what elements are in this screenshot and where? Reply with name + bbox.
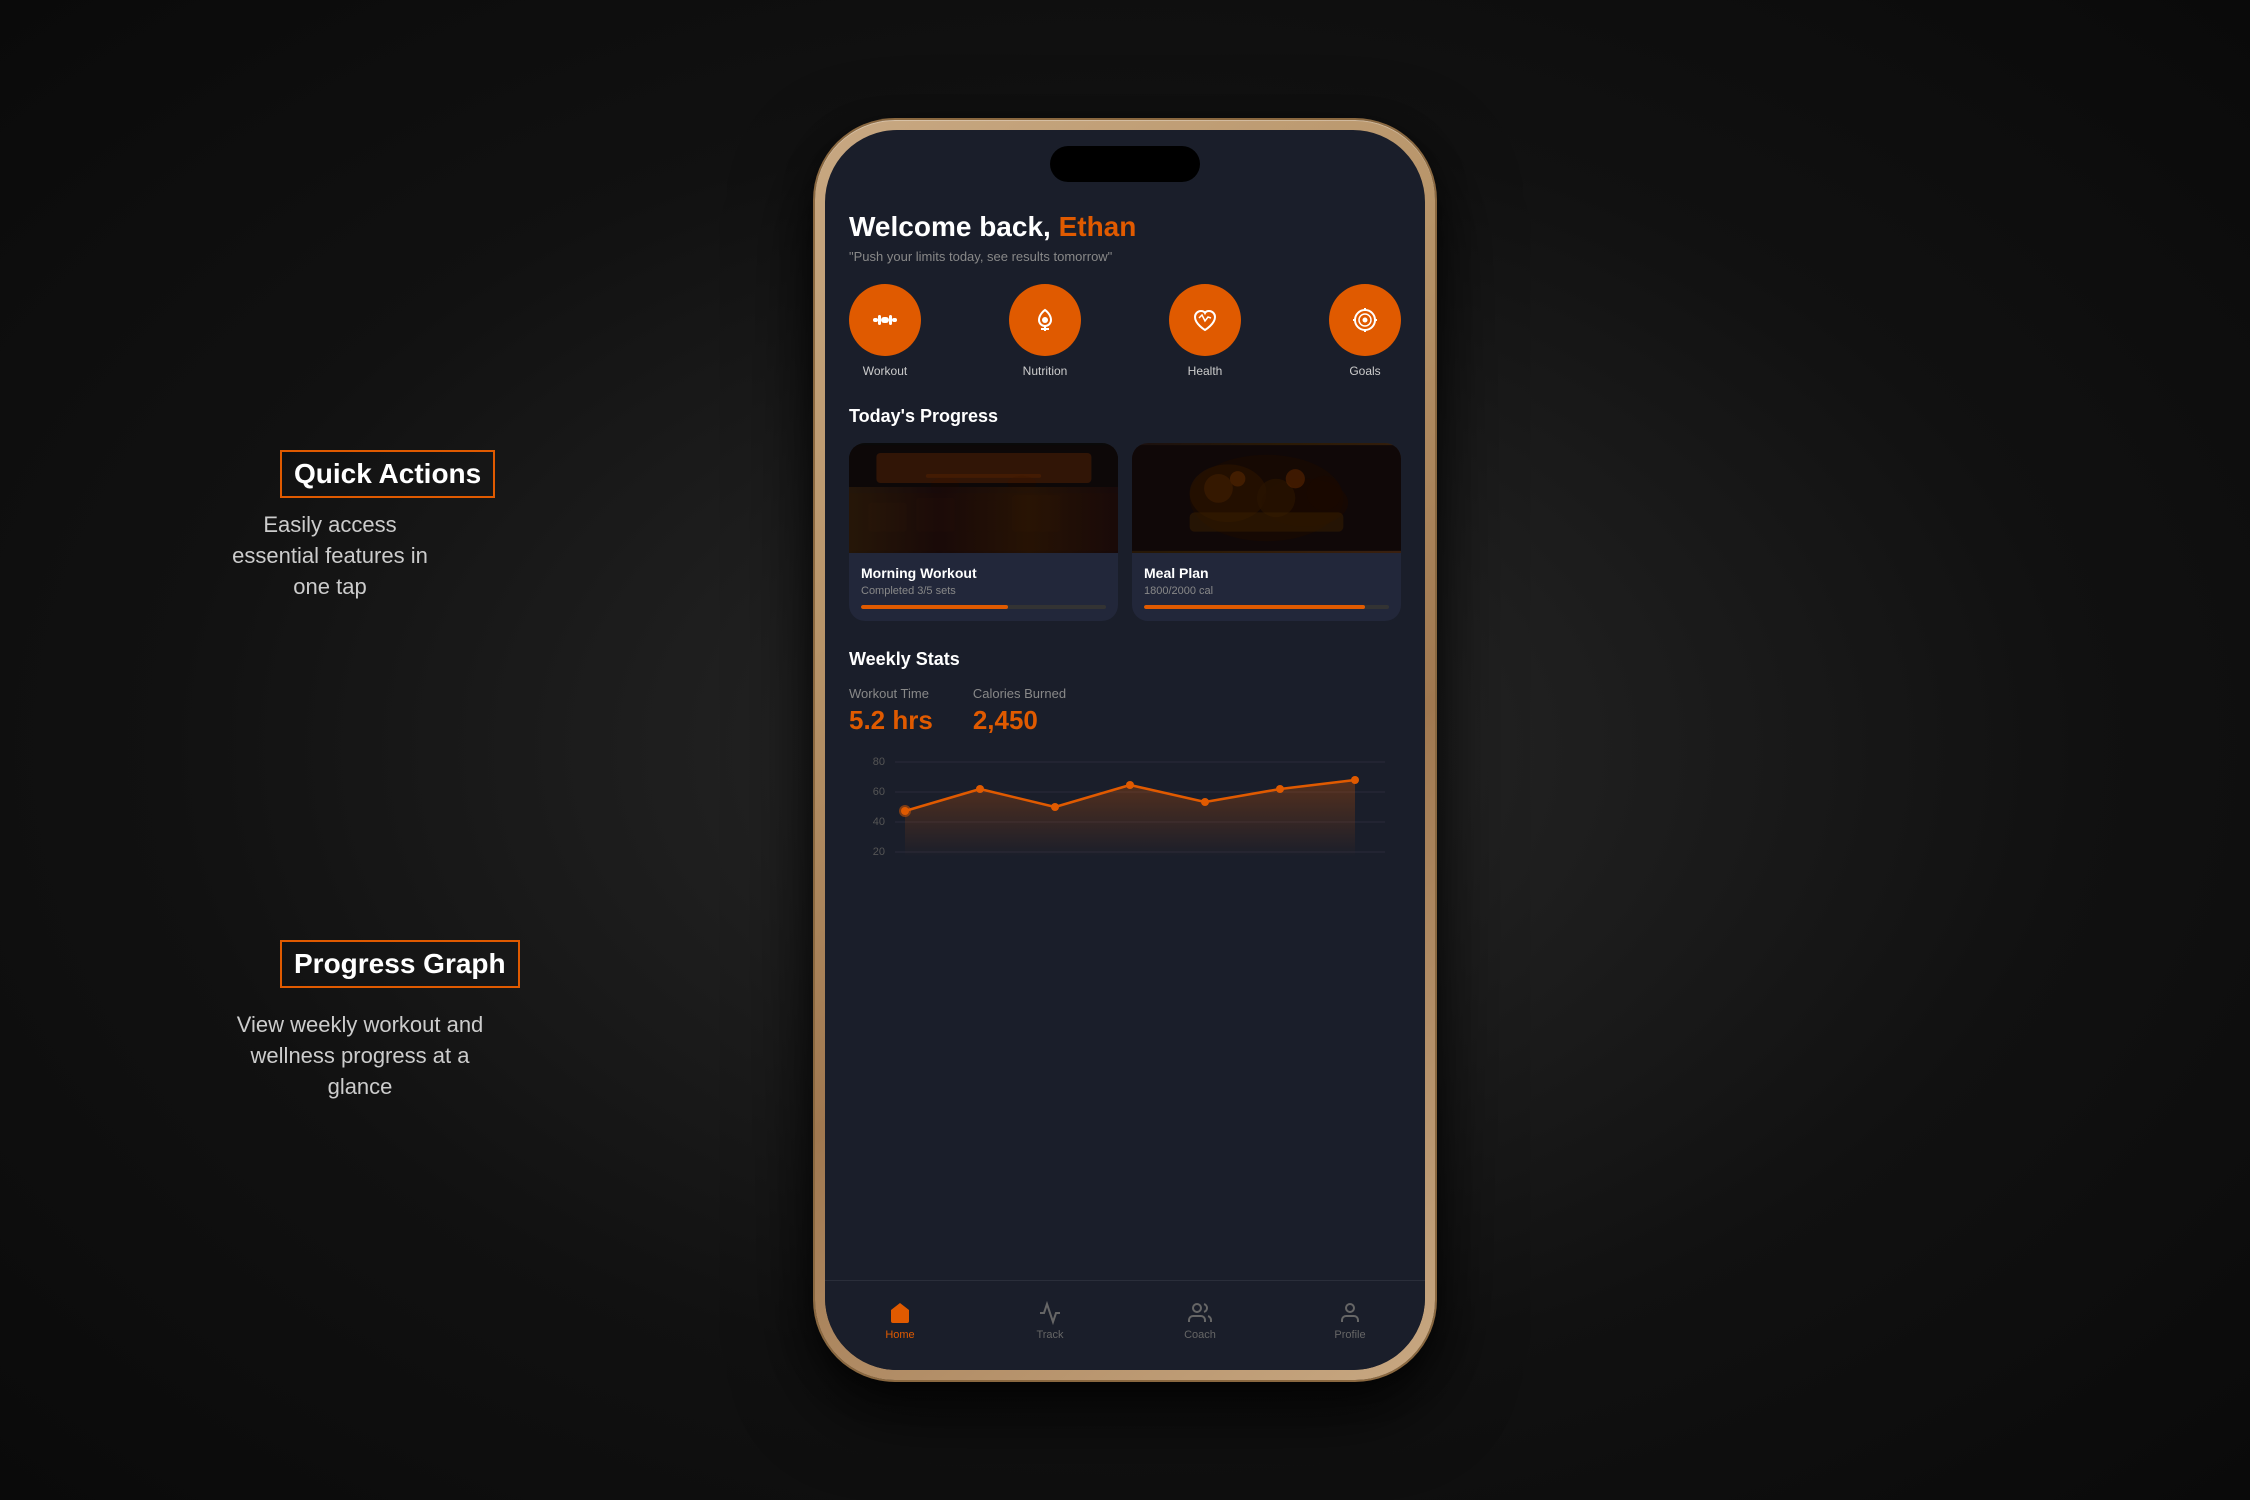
gym-image [849, 443, 1118, 553]
svg-text:60: 60 [873, 786, 885, 798]
todays-progress-title: Today's Progress [849, 406, 1401, 427]
workout-time-stat: Workout Time 5.2 hrs [849, 686, 933, 736]
progress-graph: 80 60 40 20 [849, 752, 1401, 892]
bottom-navigation: Home Track Coach [825, 1280, 1425, 1370]
action-workout[interactable]: Workout [849, 284, 921, 378]
progress-graph-annotation-desc: View weekly workout and wellness progres… [235, 1010, 485, 1102]
nutrition-label: Nutrition [1023, 364, 1068, 378]
nav-coach-label: Coach [1184, 1329, 1216, 1341]
user-name: Ethan [1059, 211, 1137, 242]
dynamic-island [1050, 146, 1200, 182]
action-health[interactable]: Health [1169, 284, 1241, 378]
nav-coach[interactable]: Coach [1125, 1301, 1275, 1341]
motivational-quote: "Push your limits today, see results tom… [849, 249, 1401, 264]
screen-content: Welcome back, Ethan "Push your limits to… [825, 130, 1425, 1370]
quick-actions-row: Workout Nutrition [849, 284, 1401, 378]
profile-icon [1338, 1301, 1362, 1325]
stats-row: Workout Time 5.2 hrs Calories Burned 2,4… [849, 686, 1401, 736]
quick-actions-annotation-desc: Easily access essential features in one … [220, 510, 440, 602]
meal-plan-progress-bg [1144, 605, 1389, 609]
gym-background-sim [849, 443, 1118, 553]
home-icon [888, 1301, 912, 1325]
nav-home-label: Home [885, 1329, 914, 1341]
phone-screen: Welcome back, Ethan "Push your limits to… [825, 130, 1425, 1370]
nav-profile-label: Profile [1334, 1329, 1365, 1341]
meal-svg [1132, 443, 1401, 553]
goals-label: Goals [1349, 364, 1380, 378]
action-goals[interactable]: Goals [1329, 284, 1401, 378]
meal-plan-card[interactable]: Meal Plan 1800/2000 cal [1132, 443, 1401, 621]
calories-burned-value: 2,450 [973, 705, 1066, 736]
quick-actions-annotation-box: Quick Actions [280, 450, 495, 498]
quick-actions-section: Workout Nutrition [849, 284, 1401, 378]
workout-time-value: 5.2 hrs [849, 705, 933, 736]
meal-plan-progress-fill [1144, 605, 1365, 609]
welcome-prefix: Welcome back, [849, 211, 1059, 242]
morning-workout-card[interactable]: Morning Workout Completed 3/5 sets [849, 443, 1118, 621]
workout-icon-circle[interactable] [849, 284, 921, 356]
progress-graph-annotation-box: Progress Graph [280, 940, 520, 988]
morning-workout-card-body: Morning Workout Completed 3/5 sets [849, 553, 1118, 621]
calories-burned-stat: Calories Burned 2,450 [973, 686, 1066, 736]
nav-track-label: Track [1036, 1329, 1063, 1341]
app-header: Welcome back, Ethan "Push your limits to… [825, 195, 1425, 264]
morning-workout-title: Morning Workout [861, 565, 1106, 581]
nutrition-icon-circle[interactable] [1009, 284, 1081, 356]
welcome-text: Welcome back, Ethan [849, 211, 1401, 243]
meal-image [1132, 443, 1401, 553]
workout-label: Workout [863, 364, 907, 378]
nav-track[interactable]: Track [975, 1301, 1125, 1341]
workout-time-label: Workout Time [849, 686, 933, 701]
calories-burned-label: Calories Burned [973, 686, 1066, 701]
quick-actions-annotation-title: Quick Actions [294, 458, 481, 489]
goals-icon [1349, 304, 1381, 336]
nav-home[interactable]: Home [825, 1301, 975, 1341]
coach-icon [1188, 1301, 1212, 1325]
health-icon [1189, 304, 1221, 336]
weekly-stats-section: Weekly Stats Workout Time 5.2 hrs Calori… [849, 649, 1401, 892]
meal-plan-title: Meal Plan [1144, 565, 1389, 581]
morning-workout-subtitle: Completed 3/5 sets [861, 585, 1106, 597]
svg-text:80: 80 [873, 756, 885, 768]
svg-text:20: 20 [873, 846, 885, 858]
morning-workout-progress-bg [861, 605, 1106, 609]
nutrition-icon [1029, 304, 1061, 336]
action-nutrition[interactable]: Nutrition [1009, 284, 1081, 378]
goals-icon-circle[interactable] [1329, 284, 1401, 356]
health-label: Health [1188, 364, 1223, 378]
meal-plan-subtitle: 1800/2000 cal [1144, 585, 1389, 597]
progress-graph-annotation-title: Progress Graph [294, 948, 506, 979]
weekly-stats-title: Weekly Stats [849, 649, 1401, 670]
scroll-area: Workout Nutrition [825, 264, 1425, 1280]
todays-progress-section: Today's Progress [849, 406, 1401, 621]
track-icon [1038, 1301, 1062, 1325]
phone-shell: Welcome back, Ethan "Push your limits to… [815, 120, 1435, 1380]
graph-svg: 80 60 40 20 [849, 752, 1401, 892]
nav-profile[interactable]: Profile [1275, 1301, 1425, 1341]
progress-cards: Morning Workout Completed 3/5 sets [849, 443, 1401, 621]
health-icon-circle[interactable] [1169, 284, 1241, 356]
gym-svg [849, 443, 1118, 553]
morning-workout-progress-fill [861, 605, 1008, 609]
workout-icon [869, 304, 901, 336]
svg-text:40: 40 [873, 816, 885, 828]
meal-plan-card-body: Meal Plan 1800/2000 cal [1132, 553, 1401, 621]
